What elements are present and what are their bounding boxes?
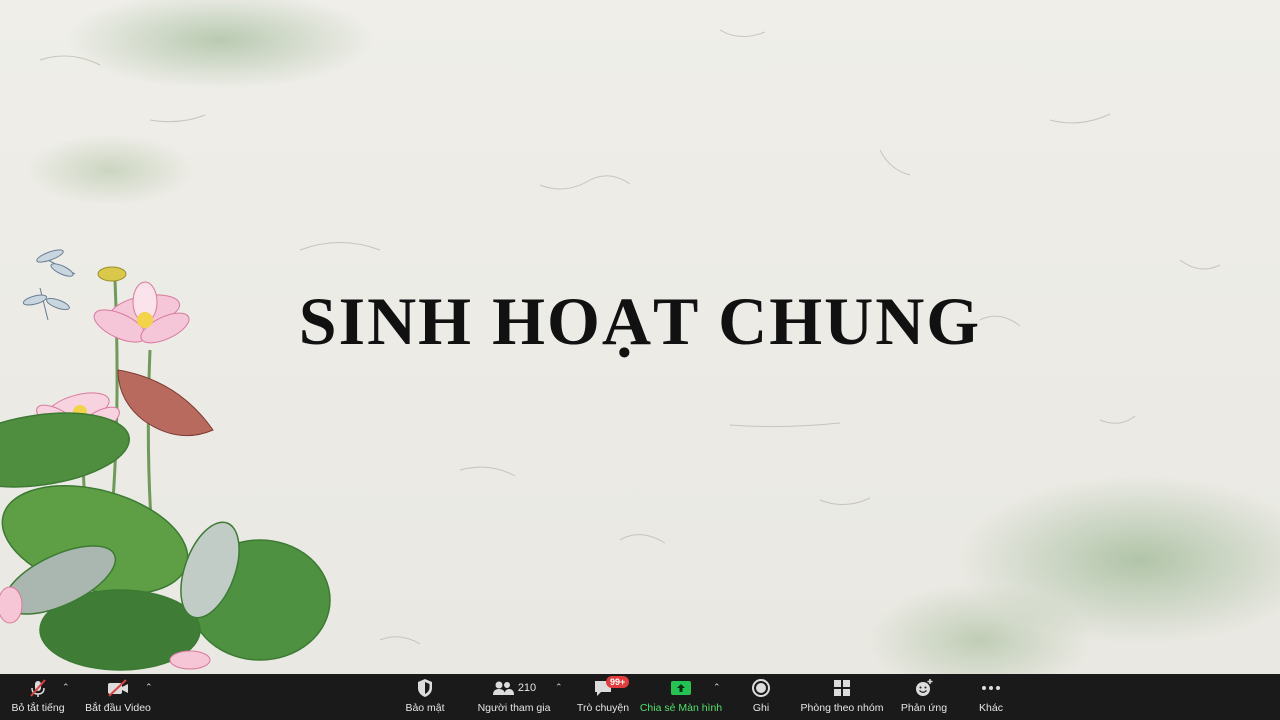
more-options-icon [982, 686, 1000, 690]
meeting-toolbar: Bỏ tắt tiếng ⌃ Bắt đầu Video ⌃ Bảo mật 2… [0, 674, 1280, 720]
chat-label: Trò chuyện [576, 702, 630, 714]
participants-icon [492, 681, 514, 695]
audio-options-caret-icon[interactable]: ⌃ [62, 682, 70, 693]
share-screen-button[interactable]: Chia sẻ Màn hình [640, 674, 722, 720]
unmute-button[interactable]: Bỏ tắt tiếng [6, 674, 70, 720]
reactions-icon [916, 679, 933, 696]
record-label: Ghi [752, 702, 770, 714]
record-icon [752, 679, 770, 697]
shield-icon [418, 679, 432, 697]
lotus-leaves [0, 412, 331, 671]
video-options-caret-icon[interactable]: ⌃ [145, 682, 153, 693]
reactions-button[interactable]: Phản ứng [898, 674, 950, 720]
more-button[interactable]: Khác [970, 674, 1012, 720]
participants-options-caret-icon[interactable]: ⌃ [555, 682, 563, 693]
participants-count: 210 [517, 682, 537, 694]
breakout-rooms-label: Phòng theo nhóm [800, 702, 884, 714]
security-label: Bảo mật [405, 702, 445, 714]
video-off-icon [108, 679, 128, 697]
start-video-label: Bắt đầu Video [85, 702, 151, 714]
unmute-label: Bỏ tắt tiếng [11, 702, 65, 714]
share-screen-icon [671, 681, 691, 695]
participants-button[interactable]: 210 Người tham gia [476, 674, 552, 720]
security-button[interactable]: Bảo mật [400, 674, 450, 720]
share-screen-label: Chia sẻ Màn hình [639, 702, 723, 714]
participants-label: Người tham gia [477, 702, 551, 714]
breakout-rooms-button[interactable]: Phòng theo nhóm [798, 674, 886, 720]
reactions-label: Phản ứng [900, 702, 948, 714]
microphone-muted-icon [30, 679, 46, 697]
slide-title: SINH HOẠT CHUNG [298, 283, 982, 359]
breakout-rooms-icon [834, 680, 850, 696]
start-video-button[interactable]: Bắt đầu Video [82, 674, 154, 720]
shared-screen-slide: SINH HOẠT CHUNG [0, 0, 1280, 674]
chat-unread-badge: 99+ [606, 676, 630, 688]
record-button[interactable]: Ghi [742, 674, 780, 720]
more-label: Khác [979, 702, 1003, 714]
share-options-caret-icon[interactable]: ⌃ [713, 682, 721, 693]
